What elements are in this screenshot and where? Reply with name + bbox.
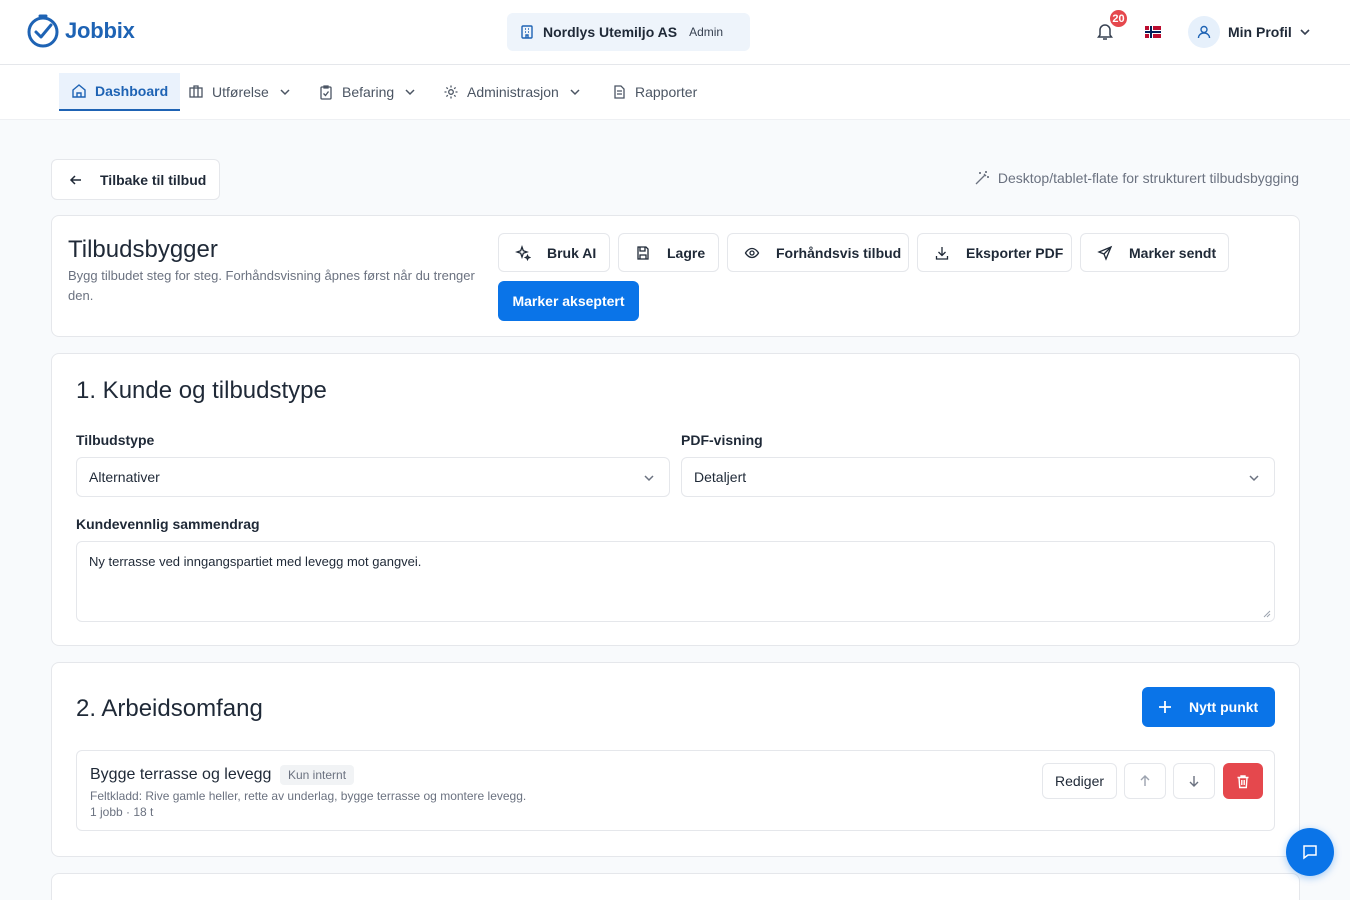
chevron-down-icon: [643, 472, 655, 484]
page-hint: Desktop/tablet-flate for strukturert til…: [974, 170, 1299, 186]
save-label: Lagre: [667, 244, 706, 261]
avatar[interactable]: [1188, 16, 1220, 48]
nav-label: Befaring: [342, 84, 395, 100]
app-name: Jobbix: [65, 18, 135, 43]
mark-accepted-button[interactable]: Marker akseptert: [498, 281, 639, 321]
sparkles-icon: [515, 244, 531, 261]
chevron-down-icon: [569, 86, 581, 98]
pdf-view-label: PDF-visning: [681, 432, 763, 448]
move-up-button[interactable]: [1124, 763, 1166, 799]
offer-type-label: Tilbudstype: [76, 432, 155, 448]
offer-type-value: Alternativer: [89, 469, 160, 485]
arrow-up-icon: [1138, 774, 1152, 788]
edit-button[interactable]: Rediger: [1042, 763, 1117, 799]
chevron-down-icon: [1248, 472, 1260, 484]
arrow-left-icon: [68, 172, 84, 188]
chevron-down-icon: [404, 86, 416, 98]
section-title: 2. Arbeidsomfang: [76, 695, 263, 722]
chat-button[interactable]: [1286, 828, 1334, 876]
user-icon: [1196, 24, 1212, 40]
eye-icon: [744, 245, 760, 261]
back-button[interactable]: Tilbake til tilbud: [51, 159, 220, 200]
export-pdf-label: Eksporter PDF: [966, 244, 1064, 261]
main-nav: Dashboard Utførelse Befaring Administras…: [0, 65, 1350, 120]
nav-item-dashboard[interactable]: Dashboard: [59, 73, 181, 111]
company-name: Nordlys Utemiljo AS: [543, 24, 678, 40]
summary-textarea[interactable]: Ny terrasse ved inngangspartiet med leve…: [76, 541, 1275, 622]
nav-item-administrasjon[interactable]: Administrasjon: [443, 73, 581, 111]
hint-text: Desktop/tablet-flate for strukturert til…: [997, 170, 1299, 186]
builder-card: Tilbudsbygger Bygg tilbudet steg for ste…: [51, 215, 1300, 337]
nav-item-befaring[interactable]: Befaring: [318, 73, 416, 111]
pdf-view-select[interactable]: Detaljert: [681, 457, 1275, 497]
profile-menu-label[interactable]: Min Profil: [1228, 24, 1292, 40]
save-icon: [635, 245, 651, 261]
use-ai-button[interactable]: Bruk AI: [498, 233, 610, 272]
use-ai-label: Bruk AI: [547, 244, 597, 261]
next-section-card: [51, 873, 1300, 900]
chevron-down-icon[interactable]: [1299, 26, 1311, 38]
page-subtitle: Bygg tilbudet steg for steg. Forhåndsvis…: [68, 268, 475, 303]
offer-type-select[interactable]: Alternativer: [76, 457, 670, 497]
resize-handle-icon[interactable]: [1262, 609, 1271, 618]
mark-sent-label: Marker sendt: [1129, 244, 1217, 261]
download-icon: [934, 245, 950, 261]
back-button-label: Tilbake til tilbud: [100, 171, 207, 188]
gear-icon: [443, 84, 459, 100]
item-meta: 1 jobb · 18 t: [90, 805, 154, 819]
magic-wand-icon: [974, 170, 990, 186]
item-title: Bygge terrasse og levegg: [90, 766, 272, 783]
notification-badge: 20: [1108, 8, 1129, 29]
summary-label: Kundevennlig sammendrag: [76, 516, 260, 532]
list-item: Bygge terrasse og levegg Kun internt Fel…: [76, 750, 1275, 831]
clock-check-icon: [25, 13, 61, 49]
norway-flag-icon[interactable]: [1145, 26, 1161, 38]
mark-sent-button[interactable]: Marker sendt: [1080, 233, 1229, 272]
nav-label: Utførelse: [212, 84, 269, 100]
document-icon: [611, 84, 627, 100]
section-title: 1. Kunde og tilbudstype: [76, 377, 327, 404]
preview-label: Forhåndsvis tilbud: [776, 244, 902, 261]
scope-of-work-section: 2. Arbeidsomfang Nytt punkt Bygge terras…: [51, 662, 1300, 857]
customer-offer-type-section: 1. Kunde og tilbudstype Tilbudstype Alte…: [51, 353, 1300, 646]
summary-text: Ny terrasse ved inngangspartiet med leve…: [89, 554, 422, 569]
plus-icon: [1158, 700, 1172, 714]
chevron-down-icon: [279, 86, 291, 98]
nav-item-rapporter[interactable]: Rapporter: [611, 73, 697, 111]
clipboard-check-icon: [318, 84, 334, 100]
export-pdf-button[interactable]: Eksporter PDF: [917, 233, 1072, 272]
new-item-button[interactable]: Nytt punkt: [1142, 687, 1275, 727]
top-header: Jobbix Nordlys Utemiljo AS Admin 20 Min …: [0, 0, 1350, 65]
nav-label: Dashboard: [95, 83, 169, 99]
trash-icon: [1236, 774, 1250, 789]
columns-icon: [188, 84, 204, 100]
internal-badge: Kun internt: [280, 765, 355, 785]
save-button[interactable]: Lagre: [618, 233, 719, 272]
move-down-button[interactable]: [1173, 763, 1215, 799]
nav-label: Administrasjon: [467, 84, 559, 100]
nav-item-utforelse[interactable]: Utførelse: [188, 73, 291, 111]
send-icon: [1097, 245, 1113, 261]
page-title: Tilbudsbygger: [68, 236, 218, 263]
preview-offer-button[interactable]: Forhåndsvis tilbud: [727, 233, 909, 272]
nav-label: Rapporter: [635, 84, 698, 100]
pdf-view-value: Detaljert: [694, 469, 747, 485]
role-badge: Admin: [689, 25, 724, 39]
delete-button[interactable]: [1223, 763, 1263, 799]
item-description: Feltkladd: Rive gamle heller, rette av u…: [90, 789, 527, 803]
new-item-label: Nytt punkt: [1189, 699, 1259, 715]
building-icon: [519, 24, 535, 40]
app-logo[interactable]: Jobbix: [25, 13, 135, 49]
chat-icon: [1301, 843, 1319, 861]
company-switcher[interactable]: Nordlys Utemiljo AS Admin: [507, 13, 750, 51]
arrow-down-icon: [1187, 774, 1201, 788]
home-icon: [71, 83, 87, 99]
